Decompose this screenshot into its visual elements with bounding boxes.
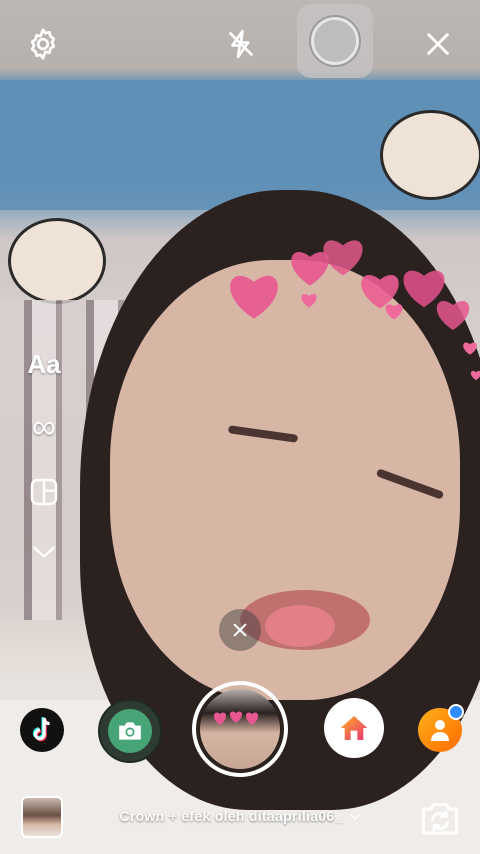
capture-preview-ring — [311, 17, 359, 65]
effect-preview-thumbnail — [200, 689, 280, 769]
heart-icon — [213, 711, 259, 725]
heart-icon — [434, 296, 472, 332]
heart-icon — [384, 302, 404, 320]
text-mode-label: Aa — [27, 348, 61, 379]
flash-button[interactable] — [219, 22, 263, 66]
remove-effect-button[interactable] — [219, 609, 261, 651]
chevron-down-icon — [349, 814, 360, 820]
heart-icon — [300, 292, 318, 308]
close-icon — [233, 623, 247, 637]
settings-button[interactable] — [21, 22, 65, 66]
effect-home-button[interactable] — [324, 698, 384, 758]
gallery-thumbnail-button[interactable] — [21, 796, 63, 838]
person-icon — [431, 720, 449, 741]
close-icon — [427, 33, 449, 55]
flash-off-icon — [228, 29, 254, 59]
layout-button[interactable] — [22, 472, 66, 512]
more-tools-button[interactable] — [22, 538, 66, 566]
gear-icon — [30, 28, 56, 60]
heart-icon — [226, 268, 282, 322]
effect-camera-inner — [108, 709, 152, 753]
new-effect-badge — [448, 704, 464, 720]
camera-icon — [119, 722, 141, 740]
boomerang-button[interactable]: ∞ — [22, 407, 66, 446]
cartoon-face-left — [8, 218, 106, 304]
home-icon — [340, 716, 368, 740]
effect-tiktok-button[interactable] — [20, 708, 64, 752]
effect-name-label: Crown + efek oleh ditaaprilia06_ — [119, 808, 343, 824]
effect-person-button[interactable] — [418, 704, 464, 752]
infinity-icon: ∞ — [31, 407, 57, 446]
capture-preview-button[interactable] — [297, 4, 373, 78]
camera-screen: Aa ∞ Crown + efek oleh ditaaprilia06_ — [0, 0, 480, 854]
chevron-down-icon — [33, 546, 55, 558]
effect-name-selector[interactable]: Crown + efek oleh ditaaprilia06_ — [100, 808, 380, 824]
effect-camera-button[interactable] — [98, 699, 162, 763]
text-mode-button[interactable]: Aa — [22, 346, 66, 382]
heart-icon — [462, 340, 478, 356]
switch-camera-icon — [422, 803, 458, 835]
close-button[interactable] — [416, 22, 460, 66]
heart-icon — [470, 368, 480, 382]
capture-button[interactable] — [192, 681, 288, 777]
cartoon-face-right — [380, 110, 480, 200]
switch-camera-button[interactable] — [419, 798, 461, 838]
layout-icon — [30, 478, 58, 506]
tiktok-icon — [32, 717, 50, 742]
tongue — [265, 605, 335, 647]
